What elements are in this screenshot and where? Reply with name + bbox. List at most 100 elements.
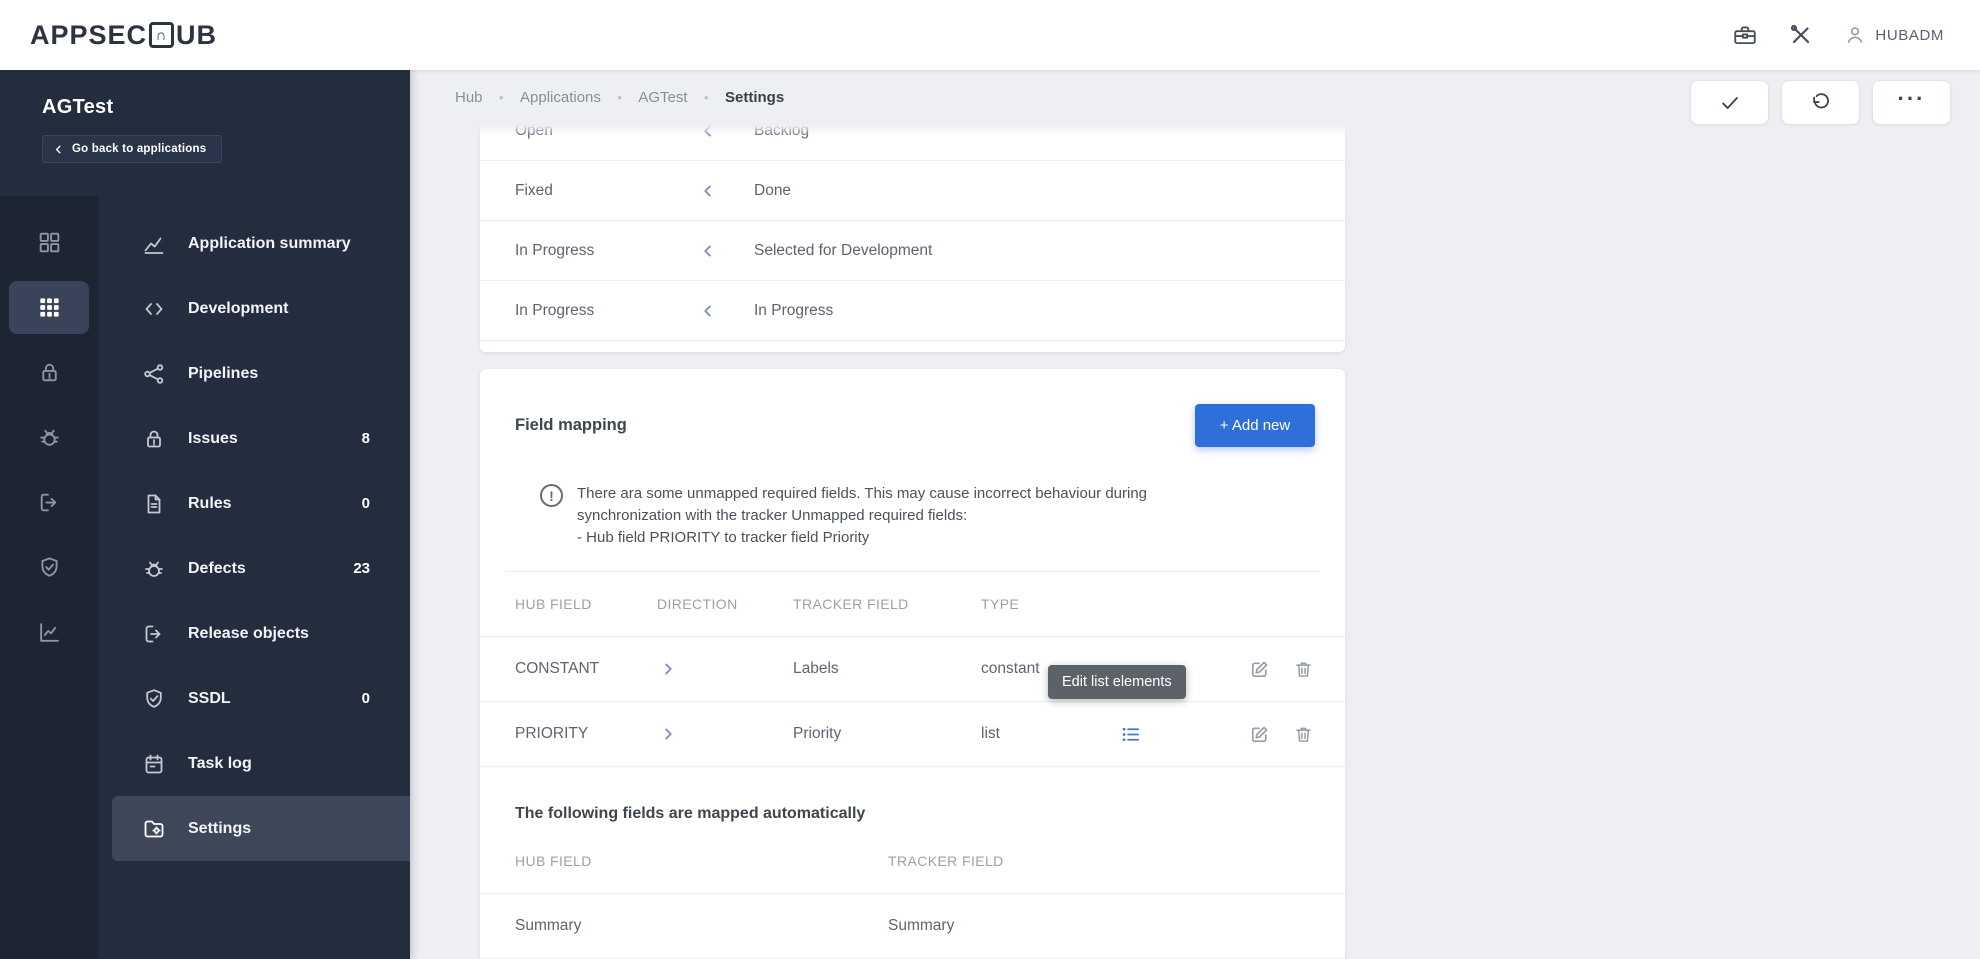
sidebar-item-settings[interactable]: Settings — [112, 796, 410, 861]
tracker-status: Backlog — [754, 126, 810, 139]
scroll-content[interactable]: Open Backlog Fixed Done In Progress Sele… — [410, 126, 1980, 959]
edit-mapping-button[interactable] — [1248, 723, 1274, 746]
sidebar-item-pipelines[interactable]: Pipelines — [112, 341, 410, 406]
warning-icon: ! — [540, 484, 563, 507]
ellipsis-icon: ··· — [1897, 85, 1926, 111]
tracker-field-cell: Labels — [793, 660, 839, 677]
refresh-button[interactable] — [1781, 80, 1860, 125]
tracker-status: In Progress — [754, 301, 834, 319]
rail-release-export-icon[interactable] — [9, 476, 89, 529]
tracker-field-cell: Summary — [888, 917, 955, 934]
sidebar-item-label: Release objects — [188, 624, 309, 642]
sidebar-item-development[interactable]: Development — [112, 276, 410, 341]
sidebar-item-ssdl[interactable]: SSDL 0 — [112, 666, 410, 731]
column-header-tracker-field: TRACKER FIELD — [888, 853, 1004, 869]
logo-h-icon: ∩ — [149, 22, 175, 48]
add-new-button[interactable]: + Add new — [1195, 404, 1315, 447]
sidebar-item-label: Issues — [188, 429, 238, 447]
confirm-button[interactable] — [1690, 80, 1769, 125]
sidebar-item-badge: 8 — [361, 430, 370, 447]
rail-analytics-icon[interactable] — [9, 606, 89, 659]
field-mapping-header-row: HUB FIELD DIRECTION TRACKER FIELD TYPE — [480, 572, 1345, 637]
icon-rail — [0, 196, 98, 959]
sidebar-item-defects[interactable]: Defects 23 — [112, 536, 410, 601]
delete-mapping-button[interactable] — [1293, 659, 1319, 680]
sidebar-item-issues[interactable]: Issues 8 — [112, 406, 410, 471]
breadcrumb: Hub • Applications • AGTest • Settings — [455, 89, 784, 107]
edit-list-elements-tooltip: Edit list elements — [1048, 665, 1186, 699]
direction-right-icon — [657, 658, 793, 680]
rail-defects-bug-icon[interactable] — [9, 411, 89, 464]
breadcrumb-hub[interactable]: Hub — [455, 89, 483, 106]
list-icon — [1122, 727, 1140, 741]
back-to-applications-button[interactable]: Go back to applications — [42, 135, 223, 163]
hub-field-cell: PRIORITY — [515, 725, 589, 742]
direction-left-icon — [697, 180, 754, 202]
edit-icon — [1251, 661, 1268, 677]
trash-icon — [1296, 727, 1311, 742]
hub-field-cell: CONSTANT — [515, 660, 600, 677]
warning-line: synchronization with the tracker Unmappe… — [577, 507, 968, 524]
sidebar-item-label: Settings — [188, 819, 252, 837]
document-icon — [147, 494, 161, 513]
edit-list-elements-button[interactable] — [1119, 723, 1145, 746]
direction-left-icon — [697, 300, 754, 322]
sidebar-item-label: Defects — [188, 559, 246, 577]
field-mapping-title: Field mapping — [515, 416, 627, 434]
user-name: HUBADM — [1875, 26, 1944, 44]
delete-mapping-button[interactable] — [1293, 724, 1319, 745]
sidebar-app-header: AGTest Go back to applications — [0, 70, 410, 196]
sidebar-item-release-objects[interactable]: Release objects — [112, 601, 410, 666]
bug-icon — [145, 561, 163, 577]
direction-left-icon — [697, 126, 754, 142]
shield-check-icon — [146, 688, 162, 708]
sidebar-item-badge: 23 — [353, 560, 370, 577]
edit-icon — [1251, 726, 1268, 742]
hub-status: In Progress — [515, 301, 595, 319]
breadcrumb-separator: • — [498, 90, 504, 105]
hub-status: Fixed — [515, 181, 553, 199]
tracker-field-cell: Priority — [793, 725, 842, 742]
rail-dashboard-icon[interactable] — [9, 216, 89, 269]
auto-mapping-header-row: HUB FIELD TRACKER FIELD — [480, 829, 1345, 894]
edit-mapping-button[interactable] — [1248, 658, 1274, 681]
sidebar-item-label: Application summary — [188, 234, 351, 252]
top-bar: APPSEC ∩ UB HUBADM — [0, 0, 1980, 70]
sidebar-item-label: Rules — [188, 494, 232, 512]
chevron-left-icon — [55, 145, 61, 153]
user-menu[interactable]: HUBADM — [1844, 24, 1944, 46]
column-header-hub-field: HUB FIELD — [515, 853, 592, 869]
status-mapping-row: Open Backlog — [480, 126, 1345, 161]
breadcrumb-applications[interactable]: Applications — [520, 89, 601, 106]
tools-icon[interactable] — [1788, 22, 1814, 48]
field-mapping-card: Field mapping + Add new ! There ara some… — [480, 369, 1345, 959]
column-header-hub-field: HUB FIELD — [515, 596, 592, 612]
sidebar-item-badge: 0 — [361, 690, 370, 707]
field-mapping-row: CONSTANT Labels constant — [480, 637, 1345, 702]
refresh-icon — [1812, 92, 1829, 108]
lock-icon — [147, 430, 161, 447]
column-header-tracker-field: TRACKER FIELD — [793, 596, 909, 612]
sidebar-item-rules[interactable]: Rules 0 — [112, 471, 410, 536]
sidebar-item-application-summary[interactable]: Application summary — [112, 211, 410, 276]
sidebar-item-label: SSDL — [188, 689, 231, 707]
toolbox-icon[interactable] — [1732, 22, 1758, 48]
breadcrumb-separator: • — [704, 90, 709, 105]
breadcrumb-bar: Hub • Applications • AGTest • Settings ·… — [410, 70, 1980, 136]
rail-applications-icon[interactable] — [9, 281, 89, 334]
breadcrumb-agtest[interactable]: AGTest — [638, 89, 687, 106]
export-icon — [145, 625, 161, 642]
sidebar-item-task-log[interactable]: Task log — [112, 731, 410, 796]
status-mapping-row: Fixed Done — [480, 161, 1345, 221]
trash-icon — [1296, 662, 1311, 677]
rail-ssdl-shield-icon[interactable] — [9, 541, 89, 594]
hub-status: In Progress — [515, 241, 595, 259]
pipeline-icon — [144, 363, 164, 384]
more-actions-button[interactable]: ··· — [1872, 80, 1951, 125]
sidebar-item-label: Development — [188, 299, 289, 317]
logo-text-right: UB — [176, 19, 218, 50]
rail-issues-lock-icon[interactable] — [9, 346, 89, 399]
top-actions: HUBADM — [1732, 22, 1944, 48]
sidebar-menu: Application summary Development Pipeline… — [98, 196, 410, 959]
column-header-type: TYPE — [981, 596, 1020, 612]
